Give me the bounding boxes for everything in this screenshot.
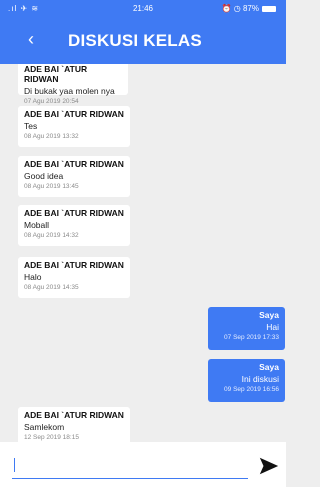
message-text: Good idea	[24, 171, 64, 181]
app-bar: ‹ DISKUSI KELAS	[0, 18, 286, 64]
battery-icon	[262, 5, 276, 12]
message-time: 08 Agu 2019 13:45	[24, 183, 79, 190]
message-sender: Saya	[259, 362, 279, 372]
message-time: 08 Agu 2019 13:32	[24, 133, 79, 140]
message-incoming: ADE BAI `ATUR RIDWAN Di bukak yaa molen …	[18, 64, 128, 105]
message-text: Halo	[24, 272, 42, 282]
message-sender: Saya	[259, 310, 279, 320]
message-time: 08 Agu 2019 14:35	[24, 284, 79, 291]
message-time: 08 Agu 2019 14:32	[24, 232, 79, 239]
status-bar: .ıl ✈ ≋ 21:46 ⏰ ◷ 87%	[0, 0, 286, 18]
message-sender: ADE BAI `ATUR RIDWAN	[24, 260, 124, 270]
message-outgoing: Saya Hai 07 Sep 2019 17:33	[208, 307, 285, 350]
message-outgoing: Saya Ini diskusi 09 Sep 2019 16:56	[208, 359, 285, 402]
text-cursor	[14, 458, 15, 472]
message-sender: ADE BAI `ATUR RIDWAN	[24, 208, 124, 218]
message-text: Hai	[266, 322, 279, 332]
message-incoming: ADE BAI `ATUR RIDWAN Moball 08 Agu 2019 …	[18, 205, 130, 246]
message-text: Tes	[24, 121, 38, 131]
message-input[interactable]	[12, 456, 248, 479]
message-time: 12 Sep 2019 18:15	[24, 434, 79, 441]
battery-percent: ⏰ ◷ 87%	[221, 4, 259, 13]
message-text: Di bukak yaa molen nya	[24, 86, 115, 96]
message-sender: ADE BAI `ATUR RIDWAN	[24, 410, 124, 420]
message-incoming: ADE BAI `ATUR RIDWAN Good idea 08 Agu 20…	[18, 156, 130, 197]
message-text: Moball	[24, 220, 50, 230]
status-right: ⏰ ◷ 87%	[222, 4, 276, 13]
message-text: Ini diskusi	[241, 374, 279, 384]
message-text: Samlekom	[24, 422, 65, 432]
message-incoming: ADE BAI `ATUR RIDWAN Tes 08 Agu 2019 13:…	[18, 106, 130, 147]
message-incoming: ADE BAI `ATUR RIDWAN Halo 08 Agu 2019 14…	[18, 257, 130, 298]
message-sender: ADE BAI `ATUR RIDWAN	[24, 159, 124, 169]
page-title: DISKUSI KELAS	[68, 31, 202, 50]
chat-list[interactable]: ADE BAI `ATUR RIDWAN Di bukak yaa molen …	[0, 64, 286, 442]
message-sender: ADE BAI `ATUR RIDWAN	[24, 109, 124, 119]
back-arrow-icon[interactable]: ‹	[28, 30, 34, 48]
message-sender: ADE BAI `ATUR RIDWAN	[24, 64, 88, 84]
message-time: 07 Sep 2019 17:33	[224, 334, 279, 341]
composer-bar	[0, 442, 286, 487]
message-time: 09 Sep 2019 16:56	[224, 386, 279, 393]
send-icon[interactable]	[258, 455, 280, 477]
message-incoming: ADE BAI `ATUR RIDWAN Samlekom 12 Sep 201…	[18, 407, 130, 442]
message-time: 07 Agu 2019 20:54	[24, 98, 79, 105]
